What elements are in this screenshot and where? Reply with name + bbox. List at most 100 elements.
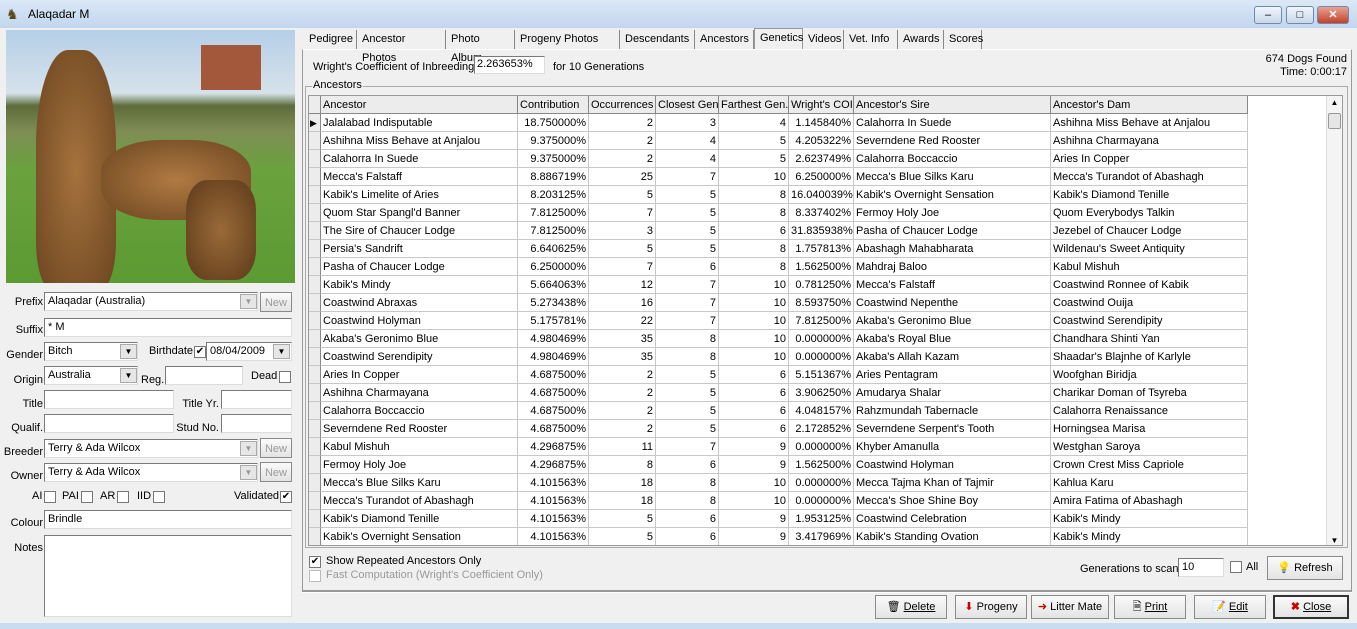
chevron-down-icon[interactable]: ▼ [240, 294, 257, 309]
vertical-scrollbar[interactable]: ▲ ▼ [1326, 96, 1342, 545]
minimize-button[interactable]: – [1254, 6, 1282, 24]
table-row[interactable]: Kabul Mishuh 4.296875% 11 7 9 0.000000% Khyber… [309, 438, 1249, 456]
column-header[interactable]: Ancestor's Sire [854, 96, 1051, 114]
tab-ancestors[interactable]: Ancestors [695, 30, 754, 49]
tab-awards[interactable]: Awards [898, 30, 944, 49]
row-selector[interactable]: ▶ [309, 114, 321, 132]
chevron-down-icon[interactable]: ▼ [120, 368, 137, 383]
pai-checkbox[interactable] [81, 491, 93, 503]
new-prefix-button[interactable]: New [260, 292, 292, 312]
row-selector[interactable] [309, 528, 321, 545]
ar-checkbox[interactable] [117, 491, 129, 503]
new-breeder-button[interactable]: New [260, 438, 292, 458]
tab-vet-info[interactable]: Vet. Info [844, 30, 898, 49]
row-selector[interactable] [309, 204, 321, 222]
table-row[interactable]: Mecca's Turandot of Abashagh 4.101563% 18 8… [309, 492, 1249, 510]
table-row[interactable]: Kabik's Mindy 5.664063% 12 7 10 0.781250% Mecc… [309, 276, 1249, 294]
row-selector[interactable] [309, 510, 321, 528]
column-header[interactable]: Closest Gen. [656, 96, 719, 114]
litter-mate-button[interactable]: ➜ Litter Mate [1031, 595, 1109, 619]
row-selector[interactable] [309, 492, 321, 510]
table-row[interactable]: Coastwind Holyman 5.175781% 22 7 10 7.812500%… [309, 312, 1249, 330]
row-selector[interactable] [309, 366, 321, 384]
chevron-down-icon[interactable]: ▼ [240, 465, 257, 480]
validated-checkbox[interactable]: ✔ [280, 491, 292, 503]
tab-videos[interactable]: Videos [803, 30, 844, 49]
column-header[interactable]: Ancestor's Dam [1051, 96, 1248, 114]
title-yr-input[interactable] [221, 390, 292, 409]
column-header[interactable]: Farthest Gen. [719, 96, 789, 114]
table-row[interactable]: Mecca's Blue Silks Karu 4.101563% 18 8 10 0.0… [309, 474, 1249, 492]
table-row[interactable]: Ashihna Miss Behave at Anjalou 9.375000% 2… [309, 132, 1249, 150]
table-row[interactable]: Ashihna Charmayana 4.687500% 2 5 6 3.906250% A… [309, 384, 1249, 402]
tab-photo-album[interactable]: Photo Album [446, 30, 515, 64]
table-row[interactable]: ▶ Jalalabad Indisputable 18.750000% 2 3 4 1.14… [309, 114, 1249, 132]
table-row[interactable]: Calahorra Boccaccio 4.687500% 2 5 6 4.048157%… [309, 402, 1249, 420]
row-selector[interactable] [309, 258, 321, 276]
reg-input[interactable] [165, 366, 243, 385]
iid-checkbox[interactable] [153, 491, 165, 503]
edit-button[interactable]: 📝 Edit [1194, 595, 1266, 619]
column-header[interactable]: Wright's COI [789, 96, 854, 114]
row-selector[interactable] [309, 330, 321, 348]
stud-no-input[interactable] [221, 414, 292, 433]
column-header[interactable]: Contribution [518, 96, 589, 114]
birthdate-checkbox[interactable]: ✔ [194, 346, 206, 358]
tab-genetics[interactable]: Genetics [754, 28, 803, 50]
chevron-down-icon[interactable]: ▼ [273, 344, 290, 359]
table-row[interactable]: Severndene Red Rooster 4.687500% 2 5 6 2.1728… [309, 420, 1249, 438]
tab-ancestor-photos[interactable]: Ancestor Photos [357, 30, 446, 64]
generations-scan-input[interactable]: 10 [1178, 558, 1224, 577]
row-selector[interactable] [309, 150, 321, 168]
tab-scores[interactable]: Scores [944, 30, 983, 49]
fast-computation-checkbox[interactable] [309, 570, 321, 582]
maximize-button[interactable]: □ [1286, 6, 1314, 24]
print-button[interactable]: 🗎 Print [1114, 595, 1186, 619]
row-selector[interactable] [309, 132, 321, 150]
row-selector[interactable] [309, 474, 321, 492]
owner-select[interactable]: Terry & Ada Wilcox [44, 463, 258, 482]
chevron-down-icon[interactable]: ▼ [240, 441, 257, 456]
table-row[interactable]: Kabik's Overnight Sensation 4.101563% 5 6 9 3… [309, 528, 1249, 545]
row-selector[interactable] [309, 312, 321, 330]
table-row[interactable]: Pasha of Chaucer Lodge 6.250000% 7 6 8 1.5625… [309, 258, 1249, 276]
table-row[interactable]: Coastwind Serendipity 4.980469% 35 8 10 0.000… [309, 348, 1249, 366]
table-row[interactable]: Akaba's Geronimo Blue 4.980469% 35 8 10 0.000… [309, 330, 1249, 348]
table-row[interactable]: Quom Star Spangl'd Banner 7.812500% 7 5 8 8.3… [309, 204, 1249, 222]
row-selector[interactable] [309, 384, 321, 402]
table-row[interactable]: Kabik's Limelite of Aries 8.203125% 5 5 8 16.… [309, 186, 1249, 204]
ai-checkbox[interactable] [44, 491, 56, 503]
scroll-up-arrow[interactable]: ▲ [1327, 96, 1342, 110]
breeder-select[interactable]: Terry & Ada Wilcox [44, 439, 258, 458]
tab-descendants[interactable]: Descendants [620, 30, 695, 49]
column-header[interactable]: Ancestor [321, 96, 518, 114]
row-selector[interactable] [309, 348, 321, 366]
new-owner-button[interactable]: New [260, 462, 292, 482]
table-row[interactable]: Coastwind Abraxas 5.273438% 16 7 10 8.593750%… [309, 294, 1249, 312]
row-selector[interactable] [309, 168, 321, 186]
chevron-down-icon[interactable]: ▼ [120, 344, 137, 359]
scroll-thumb[interactable] [1328, 113, 1341, 129]
row-selector[interactable] [309, 420, 321, 438]
close-button[interactable]: ✖ Close [1273, 595, 1349, 619]
row-selector[interactable] [309, 294, 321, 312]
table-row[interactable]: Calahorra In Suede 9.375000% 2 4 5 2.623749% C… [309, 150, 1249, 168]
table-row[interactable]: The Sire of Chaucer Lodge 7.812500% 3 5 6 31.… [309, 222, 1249, 240]
show-repeated-checkbox[interactable]: ✔ [309, 556, 321, 568]
dead-checkbox[interactable] [279, 371, 291, 383]
tab-pedigree[interactable]: Pedigree [304, 30, 357, 49]
window-close-button[interactable]: ✕ [1317, 6, 1349, 24]
row-selector[interactable] [309, 222, 321, 240]
title-input[interactable] [44, 390, 174, 409]
notes-textarea[interactable] [44, 535, 292, 617]
row-selector[interactable] [309, 240, 321, 258]
ancestors-table[interactable]: Ancestor Contribution Occurrences Closest G… [308, 95, 1343, 546]
row-selector[interactable] [309, 456, 321, 474]
qualif-input[interactable] [44, 414, 174, 433]
table-row[interactable]: Persia's Sandrift 6.640625% 5 5 8 1.757813% Ab… [309, 240, 1249, 258]
table-row[interactable]: Kabik's Diamond Tenille 4.101563% 5 6 9 1.953… [309, 510, 1249, 528]
all-checkbox[interactable] [1230, 561, 1242, 573]
colour-input[interactable]: Brindle [44, 510, 292, 529]
row-selector[interactable] [309, 276, 321, 294]
row-selector[interactable] [309, 186, 321, 204]
